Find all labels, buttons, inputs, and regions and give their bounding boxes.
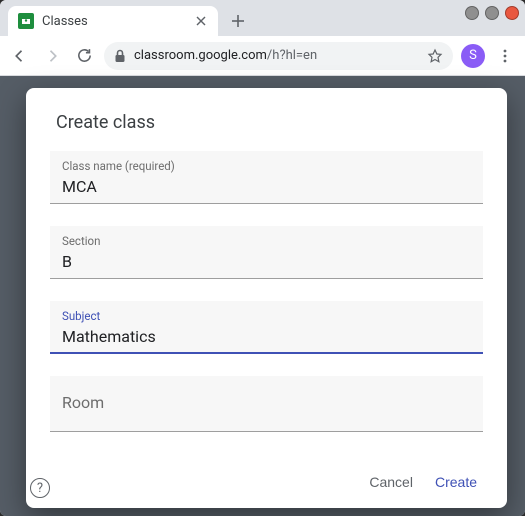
dialog-title: Create class [56,112,483,133]
reload-button[interactable] [72,44,96,68]
room-label: Room [62,386,471,419]
maximize-button[interactable] [485,6,499,20]
room-field[interactable]: Room [50,376,483,432]
section-input[interactable] [62,250,471,272]
new-tab-button[interactable] [224,7,252,35]
section-field[interactable]: Section [50,226,483,279]
address-bar[interactable]: classroom.google.com/h?hl=en [104,42,453,70]
subject-field[interactable]: Subject [50,301,483,354]
address-text: classroom.google.com/h?hl=en [134,48,419,63]
window-controls [465,6,519,20]
dialog-actions: Cancel Create [50,464,483,500]
help-icon[interactable]: ? [30,478,50,498]
titlebar: Classes [0,0,525,36]
forward-button[interactable] [40,44,64,68]
tab-title: Classes [42,14,186,29]
browser-toolbar: classroom.google.com/h?hl=en S [0,36,525,76]
lock-icon [114,49,126,63]
back-button[interactable] [8,44,32,68]
class-name-field[interactable]: Class name (required) [50,151,483,204]
menu-button[interactable] [493,44,517,68]
profile-avatar[interactable]: S [461,44,485,68]
class-name-label: Class name (required) [62,159,471,173]
classroom-favicon [18,13,34,29]
bookmark-icon[interactable] [427,48,443,64]
subject-label: Subject [62,309,471,323]
avatar-letter: S [469,48,477,63]
form-fields: Class name (required) Section Subject Ro… [50,151,483,432]
subject-input[interactable] [62,325,165,347]
section-label: Section [62,234,471,248]
close-tab-icon[interactable] [194,14,208,28]
create-class-dialog: Create class Class name (required) Secti… [26,88,507,508]
close-window-button[interactable] [505,6,519,20]
class-name-input[interactable] [62,175,471,197]
create-button[interactable]: Create [435,474,477,490]
minimize-button[interactable] [465,6,479,20]
browser-window: Classes classroom.go [0,0,525,516]
cancel-button[interactable]: Cancel [369,474,413,490]
browser-tab[interactable]: Classes [8,6,218,36]
